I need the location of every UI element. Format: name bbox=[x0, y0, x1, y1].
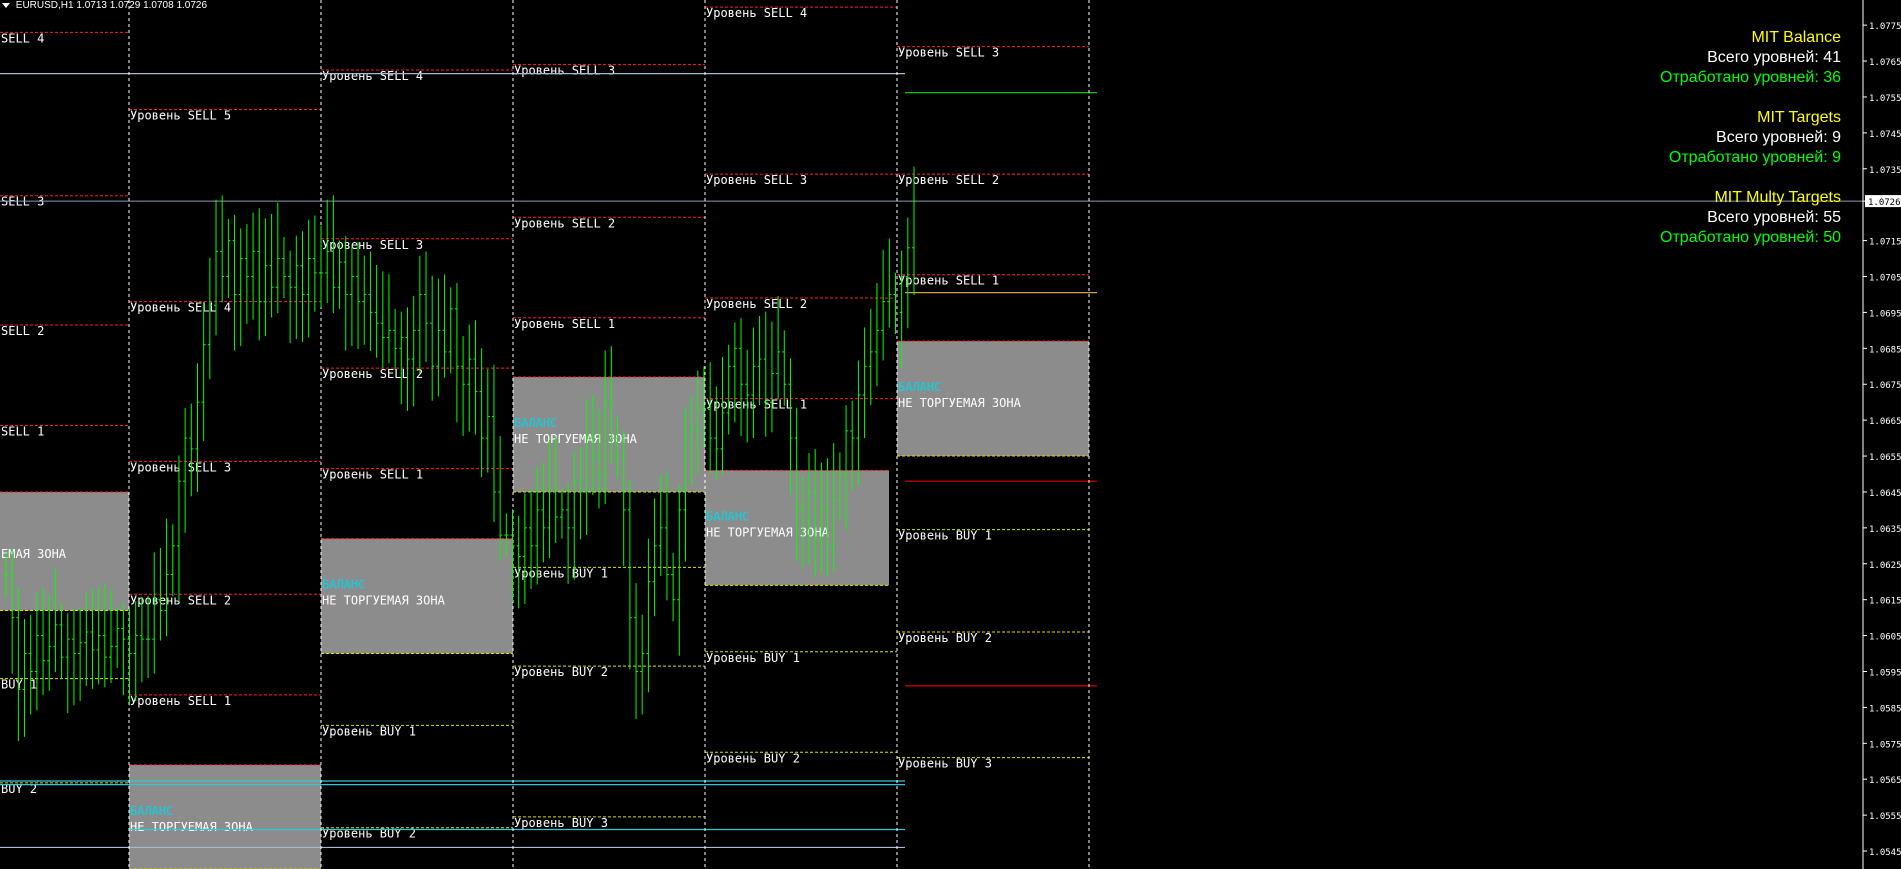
info-done: Отработано уровней: 50 bbox=[1660, 229, 1841, 246]
info-panel: MIT Balance Всего уровней: 41 Отработано… bbox=[1660, 28, 1841, 268]
balance-label: БАЛАНС bbox=[322, 578, 365, 592]
level-label-buy: Уровень BUY 2 bbox=[514, 665, 608, 679]
price-tick-label: 1.0715 bbox=[1869, 238, 1901, 248]
info-total: Всего уровней: 9 bbox=[1716, 129, 1841, 146]
no-trade-zone-label: НЕ ТОРГУЕМАЯ ЗОНА bbox=[898, 396, 1022, 410]
chart-area: SELL 4 SELL 3 SELL 2 SELL 1 BUY 1 BUY 2 ЕМАЯ З… bbox=[0, 0, 1901, 869]
level-label-sell: SELL 3 bbox=[1, 195, 44, 209]
level-label-sell: Уровень SELL 3 bbox=[514, 64, 615, 78]
level-label-sell: Уровень SELL 3 bbox=[706, 173, 807, 187]
info-block-targets: MIT Targets Всего уровней: 9 Отработано … bbox=[1660, 108, 1841, 168]
price-tick-label: 1.0675 bbox=[1869, 381, 1901, 391]
level-label-buy: Уровень BUY 1 bbox=[514, 566, 608, 580]
level-label-sell: Уровень SELL 3 bbox=[898, 46, 999, 60]
price-chart: SELL 4SELL 3SELL 2SELL 1BUY 1BUY 2ЕМАЯ З… bbox=[0, 0, 1901, 869]
price-tick-label: 1.0575 bbox=[1869, 740, 1901, 750]
level-label-sell: Уровень SELL 4 bbox=[706, 6, 807, 20]
price-tick-label: 1.0615 bbox=[1869, 597, 1901, 607]
info-title: MIT Balance bbox=[1751, 29, 1841, 46]
no-trade-zone-label: ЕМАЯ ЗОНА bbox=[1, 547, 67, 561]
balance-label: БАЛАНС bbox=[130, 804, 173, 818]
level-label-buy: BUY 2 bbox=[1, 782, 37, 796]
no-trade-zone-label: НЕ ТОРГУЕМАЯ ЗОНА bbox=[322, 594, 446, 608]
level-label-buy: Уровень BUY 2 bbox=[898, 631, 992, 645]
price-tick-label: 1.0635 bbox=[1869, 525, 1901, 535]
level-label-buy: Уровень BUY 3 bbox=[514, 816, 608, 830]
no-trade-zone-label: НЕ ТОРГУЕМАЯ ЗОНА bbox=[514, 432, 638, 446]
balance-label: БАЛАНС bbox=[706, 509, 749, 523]
price-tick-label: 1.0665 bbox=[1869, 417, 1901, 427]
level-label-buy: Уровень BUY 2 bbox=[322, 827, 416, 841]
price-tick-label: 1.0555 bbox=[1869, 812, 1901, 822]
price-tick-label: 1.0735 bbox=[1869, 166, 1901, 176]
level-label-sell: Уровень SELL 1 bbox=[322, 468, 423, 482]
price-tick-label: 1.0565 bbox=[1869, 776, 1901, 786]
info-total: Всего уровней: 41 bbox=[1707, 49, 1841, 66]
level-label-buy: Уровень BUY 1 bbox=[322, 724, 416, 738]
price-tick-label: 1.0595 bbox=[1869, 669, 1901, 679]
dropdown-triangle-icon[interactable] bbox=[2, 2, 10, 8]
price-tick-label: 1.0625 bbox=[1869, 561, 1901, 571]
level-label-sell: Уровень SELL 3 bbox=[130, 460, 231, 474]
info-block-balance: MIT Balance Всего уровней: 41 Отработано… bbox=[1660, 28, 1841, 88]
level-label-sell: Уровень SELL 1 bbox=[706, 398, 807, 412]
level-label-sell: Уровень SELL 5 bbox=[130, 109, 231, 123]
price-tick-label: 1.0745 bbox=[1869, 130, 1901, 140]
ohlc-values: 1.0713 1.0729 1.0708 1.0726 bbox=[76, 0, 208, 11]
price-tick-label: 1.0705 bbox=[1869, 274, 1901, 284]
level-label-sell: SELL 2 bbox=[1, 324, 44, 338]
level-label-sell: Уровень SELL 1 bbox=[898, 274, 999, 288]
balance-label: БАЛАНС bbox=[514, 416, 557, 430]
info-title: MIT Targets bbox=[1757, 109, 1841, 126]
price-tick-label: 1.0775 bbox=[1869, 22, 1901, 32]
balance-label: БАЛАНС bbox=[898, 380, 941, 394]
price-tick-label: 1.0755 bbox=[1869, 94, 1901, 104]
info-title: MIT Multy Targets bbox=[1714, 189, 1841, 206]
level-label-sell: Уровень SELL 2 bbox=[130, 593, 231, 607]
price-tick-label: 1.0765 bbox=[1869, 58, 1901, 68]
no-trade-zone-label: НЕ ТОРГУЕМАЯ ЗОНА bbox=[130, 820, 254, 834]
level-label-sell: SELL 1 bbox=[1, 425, 44, 439]
price-tick-label: 1.0655 bbox=[1869, 453, 1901, 463]
level-label-buy: Уровень BUY 1 bbox=[898, 529, 992, 543]
info-done: Отработано уровней: 9 bbox=[1668, 149, 1841, 166]
symbol-timeframe: EURUSD,H1 bbox=[15, 0, 74, 11]
level-label-sell: Уровень SELL 2 bbox=[514, 216, 615, 230]
level-label-buy: Уровень BUY 3 bbox=[898, 757, 992, 771]
price-tick-label: 1.0695 bbox=[1869, 309, 1901, 319]
level-label-sell: Уровень SELL 3 bbox=[322, 238, 423, 252]
current-price-label: 1.0726 bbox=[1868, 198, 1901, 208]
price-tick-label: 1.0685 bbox=[1869, 345, 1901, 355]
level-label-sell: Уровень SELL 4 bbox=[322, 69, 423, 83]
price-tick-label: 1.0605 bbox=[1869, 633, 1901, 643]
level-label-sell: Уровень SELL 2 bbox=[706, 297, 807, 311]
price-tick-label: 1.0585 bbox=[1869, 704, 1901, 714]
price-tick-label: 1.0545 bbox=[1869, 848, 1901, 858]
price-tick-label: 1.0645 bbox=[1869, 489, 1901, 499]
info-total: Всего уровней: 55 bbox=[1707, 209, 1841, 226]
chart-header: EURUSD,H1 1.0713 1.0729 1.0708 1.0726 bbox=[2, 0, 207, 11]
level-label-buy: Уровень BUY 1 bbox=[706, 651, 800, 665]
level-label-sell: Уровень SELL 2 bbox=[898, 173, 999, 187]
no-trade-zone-label: НЕ ТОРГУЕМАЯ ЗОНА bbox=[706, 525, 830, 539]
level-label-sell: Уровень SELL 1 bbox=[514, 317, 615, 331]
level-label-sell: Уровень SELL 1 bbox=[130, 694, 231, 708]
level-label-sell: SELL 4 bbox=[1, 31, 44, 45]
level-label-buy: Уровень BUY 2 bbox=[706, 751, 800, 765]
info-done: Отработано уровней: 36 bbox=[1660, 69, 1841, 86]
info-block-multy-targets: MIT Multy Targets Всего уровней: 55 Отра… bbox=[1660, 188, 1841, 248]
